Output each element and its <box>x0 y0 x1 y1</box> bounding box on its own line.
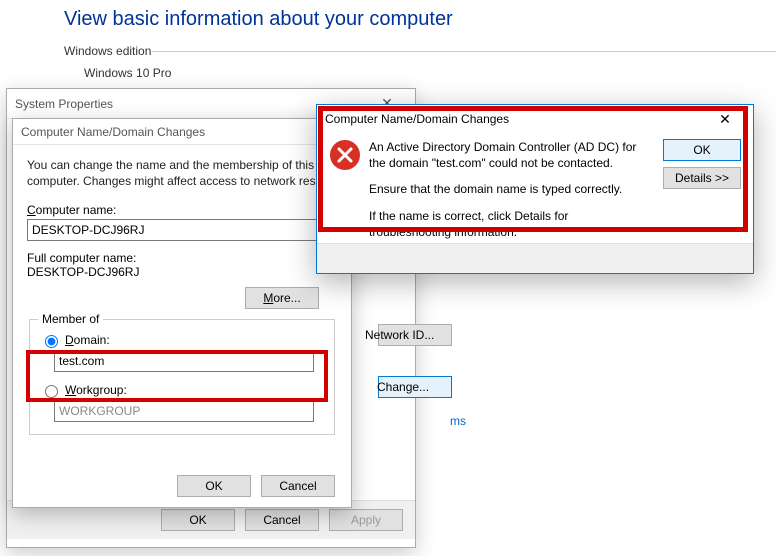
member-of-legend: Member of <box>38 312 103 326</box>
full-computer-name-value: DESKTOP-DCJ96RJ <box>27 265 337 279</box>
network-id-label: Network ID... <box>365 328 441 342</box>
domain-radio-label[interactable]: Domain: <box>65 333 110 347</box>
error-line3: If the name is correct, click Details fo… <box>369 208 653 240</box>
member-of-group: Member of Domain: Domain: Workgroup: Wor… <box>29 319 335 435</box>
change-button[interactable]: Change... <box>378 376 452 398</box>
domain-changes-dialog: Computer Name/Domain Changes You can cha… <box>12 118 352 508</box>
workgroup-radio[interactable] <box>45 385 58 398</box>
cancel-button[interactable]: Cancel <box>261 475 335 497</box>
full-computer-name-label: Full computer name: <box>27 251 337 265</box>
divider <box>152 51 776 52</box>
link-fragment[interactable]: ms <box>450 414 466 428</box>
error-titlebar[interactable]: Computer Name/Domain Changes ✕ <box>317 105 753 133</box>
windows-edition-label: Windows edition <box>64 44 151 58</box>
error-icon <box>329 139 361 171</box>
computer-name-input[interactable] <box>27 219 317 241</box>
ok-button[interactable]: OK <box>177 475 251 497</box>
error-title: Computer Name/Domain Changes <box>325 112 509 126</box>
workgroup-radio-label[interactable]: Workgroup: <box>65 383 127 397</box>
more-label: ore... <box>273 291 300 305</box>
page-heading: View basic information about your comput… <box>64 8 453 31</box>
ok-button[interactable]: OK <box>161 509 235 531</box>
error-dialog: Computer Name/Domain Changes ✕ An Active… <box>316 104 754 274</box>
system-properties-title: System Properties <box>15 97 113 111</box>
windows-edition-value: Windows 10 Pro <box>84 66 171 80</box>
error-footer <box>317 243 753 273</box>
cancel-button[interactable]: Cancel <box>245 509 319 531</box>
close-icon[interactable]: ✕ <box>705 111 745 128</box>
change-label: Change... <box>377 380 441 394</box>
details-button[interactable]: Details >> <box>663 167 741 189</box>
domain-changes-description: You can change the name and the membersh… <box>27 157 337 189</box>
error-line1: An Active Directory Domain Controller (A… <box>369 139 653 171</box>
network-id-button[interactable]: Network ID... <box>378 324 452 346</box>
ok-button[interactable]: OK <box>663 139 741 161</box>
error-line2: Ensure that the domain name is typed cor… <box>369 181 653 197</box>
domain-input[interactable] <box>54 350 314 372</box>
domain-radio[interactable] <box>45 335 58 348</box>
apply-button[interactable]: Apply <box>329 509 403 531</box>
more-button[interactable]: More... <box>245 287 319 309</box>
workgroup-input <box>54 400 314 422</box>
domain-changes-titlebar[interactable]: Computer Name/Domain Changes <box>13 119 351 145</box>
computer-name-label: CComputer name:omputer name: <box>27 203 337 217</box>
domain-changes-title: Computer Name/Domain Changes <box>21 125 205 139</box>
